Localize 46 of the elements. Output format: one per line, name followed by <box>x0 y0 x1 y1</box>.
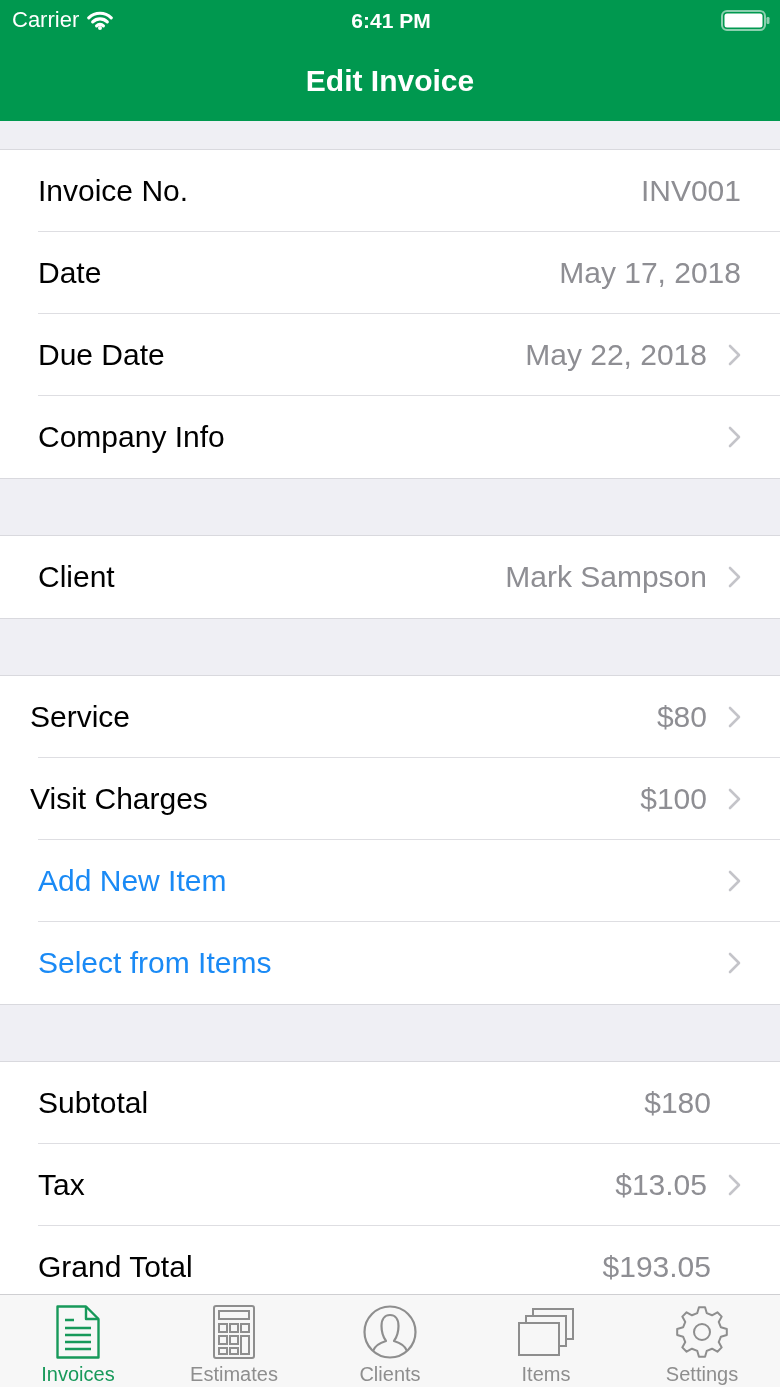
list-row[interactable]: Select from Items <box>0 922 780 1004</box>
row-label: Grand Total <box>38 1249 193 1285</box>
action-link[interactable]: Select from Items <box>38 945 272 981</box>
list-row[interactable]: Add New Item <box>0 840 780 922</box>
row-value: INV001 <box>640 172 741 209</box>
time-label: 6:41 PM <box>351 9 431 31</box>
tab-button[interactable]: Invoices <box>0 1295 156 1387</box>
list-row[interactable]: Service $80 <box>0 676 780 758</box>
battery-icon <box>721 9 770 31</box>
gear-icon <box>675 1305 729 1359</box>
row-label: Subtotal <box>38 1084 149 1121</box>
item-name: Visit Charges <box>30 780 208 817</box>
tab-button[interactable]: Items <box>468 1295 624 1387</box>
calculator-icon <box>213 1305 255 1359</box>
document-icon <box>56 1305 100 1359</box>
row-value: May 22, 2018 <box>525 336 707 373</box>
item-price: $100 <box>640 780 707 817</box>
tab-button[interactable]: Settings <box>624 1295 780 1387</box>
row-label: Date <box>38 254 102 291</box>
list-row[interactable]: Client Mark Sampson <box>0 536 780 618</box>
tab-button[interactable]: Clients <box>312 1295 468 1387</box>
row-value: $180 <box>644 1084 711 1121</box>
row-label: Invoice No. <box>38 172 189 209</box>
list-row[interactable]: Tax $13.05 <box>0 1144 780 1226</box>
row-value: $193.05 <box>602 1249 711 1285</box>
row-label: Due Date <box>38 336 165 373</box>
item-name: Service <box>30 698 131 735</box>
row-label: Company Info <box>38 419 225 455</box>
item-price: $80 <box>656 698 707 735</box>
stacked-pages-icon <box>518 1308 574 1356</box>
list-row[interactable]: Invoice No. INV001 <box>0 150 780 232</box>
carrier-label: Carrier <box>12 9 80 31</box>
list-row[interactable]: Due Date May 22, 2018 <box>0 314 780 396</box>
screen-title: Edit Invoice <box>305 62 475 99</box>
row-value: May 17, 2018 <box>559 254 741 291</box>
row-value: Mark Sampson <box>505 559 707 595</box>
list-row[interactable]: Visit Charges $100 <box>0 758 780 840</box>
tab-button[interactable]: Estimates <box>156 1295 312 1387</box>
list-row[interactable]: Company Info <box>0 396 780 478</box>
row-label: Tax <box>38 1166 85 1203</box>
row-value: $13.05 <box>615 1166 707 1203</box>
row-label: Client <box>38 559 115 595</box>
person-icon <box>363 1305 417 1359</box>
action-link[interactable]: Add New Item <box>38 862 227 899</box>
wifi-icon <box>87 10 114 30</box>
list-row[interactable]: Date May 17, 2018 <box>0 232 780 314</box>
